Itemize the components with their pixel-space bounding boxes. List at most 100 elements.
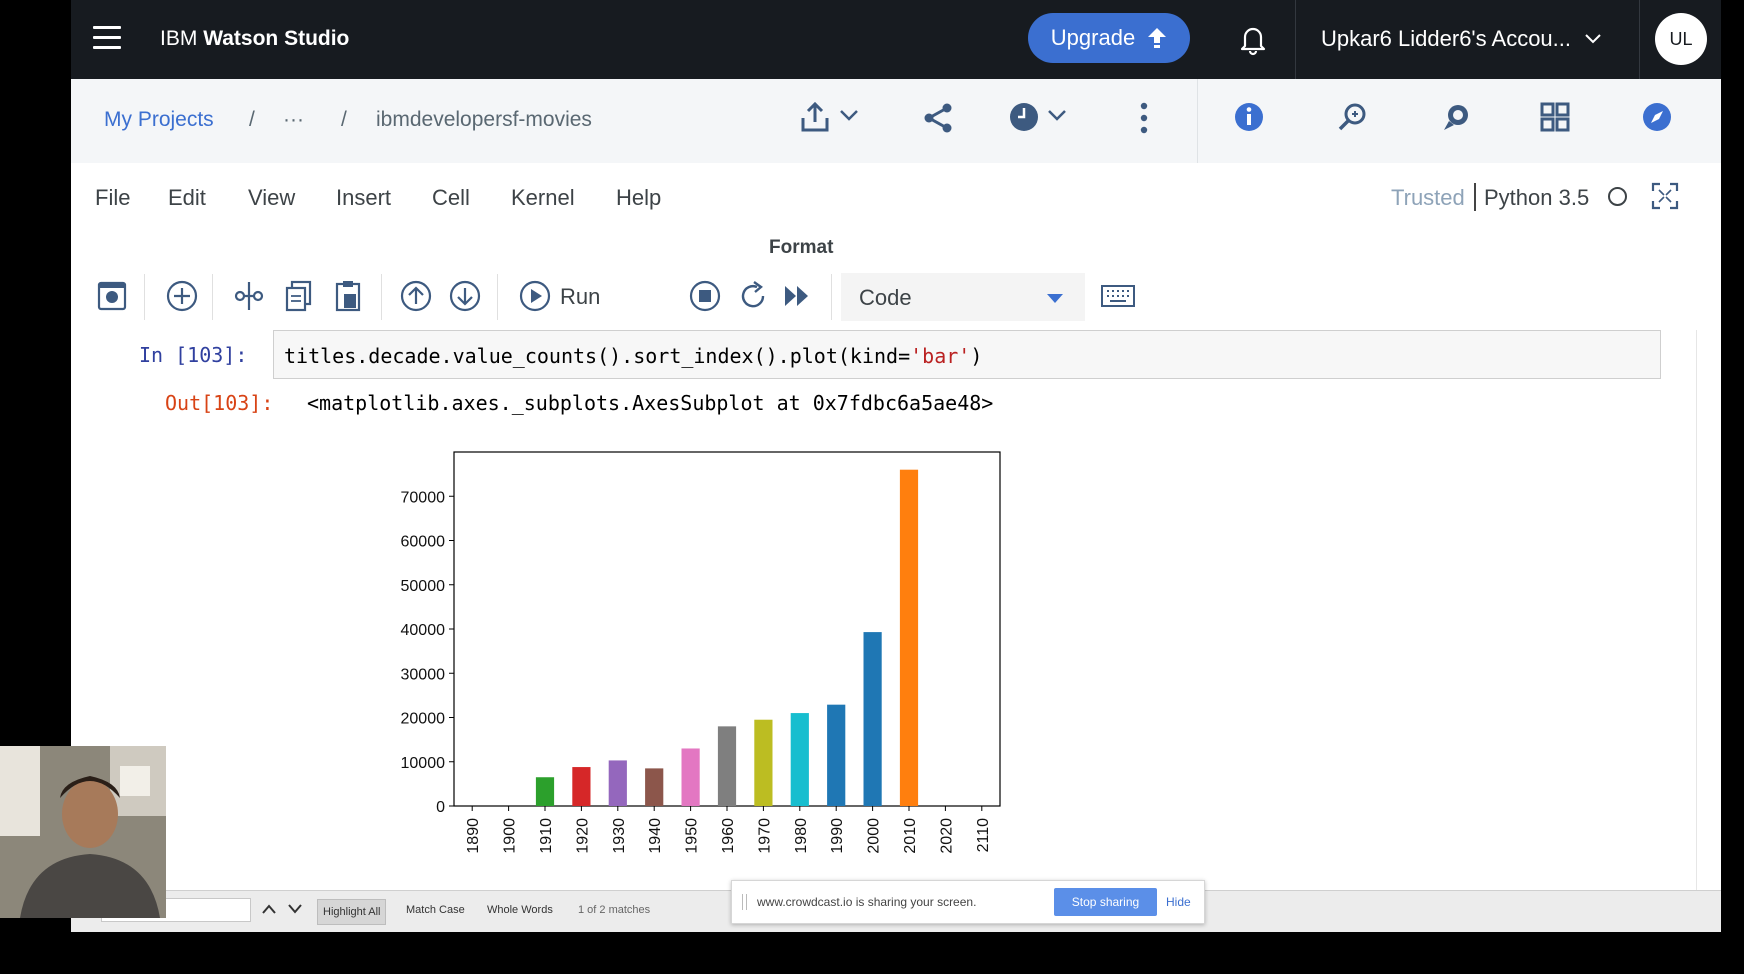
menu-file[interactable]: File [95, 185, 130, 211]
info-icon[interactable] [1233, 101, 1265, 133]
bar-1930 [608, 760, 627, 806]
paste-icon[interactable] [330, 278, 366, 314]
find-next-icon[interactable] [287, 903, 303, 915]
chevron-down-icon[interactable] [1047, 109, 1067, 123]
output-text: <matplotlib.axes._subplots.AxesSubplot a… [307, 391, 994, 415]
chevron-down-icon[interactable] [839, 109, 859, 123]
breadcrumb-separator: / [341, 108, 347, 131]
bar-1960 [717, 726, 737, 806]
breadcrumb-current: ibmdevelopersf-movies [376, 108, 592, 131]
brand-prefix: IBM [160, 27, 198, 50]
cell-type-value: Code [859, 285, 912, 310]
toolbar-divider [212, 274, 213, 320]
run-icon[interactable] [517, 278, 553, 314]
cut-icon[interactable] [231, 278, 267, 314]
find-previous-icon[interactable] [261, 903, 277, 915]
bar-1940 [645, 768, 664, 806]
y-tick-label: 30000 [401, 666, 446, 683]
run-label[interactable]: Run [560, 284, 600, 310]
highlight-all-toggle[interactable]: Highlight All [317, 899, 387, 925]
format-label: Format [769, 237, 834, 258]
overflow-menu-icon[interactable] [1138, 101, 1150, 135]
export-icon[interactable] [798, 101, 832, 135]
notebook-toolbar: Run Code [71, 268, 1721, 328]
bar-1970 [754, 719, 773, 806]
x-tick-label: 1890 [465, 818, 482, 854]
share-icon[interactable] [921, 101, 955, 135]
upgrade-button[interactable]: Upgrade [1028, 13, 1190, 63]
whole-words-toggle[interactable]: Whole Words [487, 904, 553, 916]
copy-icon[interactable] [281, 278, 317, 314]
notification-bell-icon[interactable] [1236, 22, 1270, 56]
x-tick-label: 1960 [720, 818, 737, 854]
notebook-menu-bar: File Edit View Insert Cell Kernel Help T… [71, 163, 1721, 231]
breadcrumb-ellipsis[interactable]: ··· [283, 108, 304, 132]
chevron-down-icon [1585, 34, 1601, 44]
menu-help[interactable]: Help [616, 185, 661, 211]
hide-banner-button[interactable]: Hide [1166, 895, 1191, 909]
stop-sharing-button[interactable]: Stop sharing [1054, 888, 1157, 916]
x-tick-label: 1970 [756, 818, 773, 854]
bar-2000 [863, 632, 882, 806]
bar-1980 [790, 713, 809, 806]
screen-share-banner: www.crowdcast.io is sharing your screen.… [731, 880, 1205, 924]
y-tick-label: 10000 [401, 755, 446, 772]
bar-chart: 0 10000 20000 30000 40000 50000 60000 70000 1890… [401, 451, 1001, 854]
stop-icon[interactable] [687, 278, 723, 314]
y-tick-label: 50000 [401, 578, 446, 595]
webcam-video-overlay [0, 746, 166, 918]
hamburger-menu-icon[interactable] [93, 26, 121, 50]
upload-arrow-icon [1148, 28, 1167, 48]
drag-handle-icon[interactable] [742, 894, 747, 910]
x-tick-label: 2110 [975, 818, 992, 853]
topbar-divider [1295, 0, 1296, 79]
breadcrumb-my-projects[interactable]: My Projects [104, 108, 214, 132]
move-down-icon[interactable] [447, 278, 483, 314]
x-tick-label: 1920 [574, 818, 591, 854]
menu-insert[interactable]: Insert [336, 185, 391, 211]
output-area-border [1696, 330, 1697, 890]
fullscreen-icon[interactable] [1650, 181, 1680, 211]
cell-type-dropdown[interactable]: Code [841, 273, 1085, 321]
user-avatar[interactable]: UL [1655, 13, 1707, 65]
bar-1950 [681, 748, 700, 806]
account-switcher[interactable]: Upkar6 Lidder6's Accou... [1321, 26, 1601, 52]
fast-forward-icon[interactable] [779, 278, 815, 314]
x-tick-label: 1980 [793, 818, 810, 854]
add-cell-icon[interactable] [164, 278, 200, 314]
x-tick-label: 1900 [502, 818, 519, 854]
menu-edit[interactable]: Edit [168, 185, 206, 211]
comments-icon[interactable] [1439, 101, 1473, 135]
project-bar-divider [1197, 79, 1198, 163]
x-tick-label: 1950 [684, 818, 701, 854]
menu-view[interactable]: View [248, 185, 295, 211]
compass-icon[interactable] [1641, 101, 1673, 133]
code-cell-input[interactable]: titles.decade.value_counts().sort_index(… [273, 330, 1661, 379]
kernel-idle-indicator [1608, 187, 1627, 206]
menu-cell[interactable]: Cell [432, 185, 470, 211]
restart-icon[interactable] [735, 278, 771, 314]
status-divider [1474, 183, 1476, 211]
toolbar-divider [831, 274, 832, 320]
share-message: www.crowdcast.io is sharing your screen. [757, 895, 977, 909]
move-up-icon[interactable] [398, 278, 434, 314]
grid-icon[interactable] [1539, 101, 1571, 133]
breadcrumb-separator: / [249, 108, 255, 131]
keyboard-icon[interactable] [1099, 278, 1137, 314]
clock-icon[interactable] [1008, 101, 1040, 133]
output-prompt: Out[103]: [165, 391, 274, 415]
code-prefix: titles.decade.value_counts().sort_index(… [284, 344, 911, 368]
x-tick-label: 1910 [538, 818, 555, 854]
menu-kernel[interactable]: Kernel [511, 185, 575, 211]
input-prompt: In [103]: [139, 343, 248, 367]
brand-title[interactable]: IBM Watson Studio [160, 27, 349, 51]
save-icon[interactable] [94, 278, 130, 314]
match-case-toggle[interactable]: Match Case [406, 904, 465, 916]
upgrade-label: Upgrade [1050, 25, 1136, 50]
x-tick-label: 1930 [611, 818, 628, 854]
project-bar: My Projects / ··· / ibmdevelopersf-movie… [71, 79, 1721, 163]
toolbar-divider [381, 274, 382, 320]
kernel-name[interactable]: Python 3.5 [1484, 185, 1589, 211]
trusted-indicator[interactable]: Trusted [1391, 185, 1465, 211]
find-data-icon[interactable] [1335, 101, 1369, 135]
